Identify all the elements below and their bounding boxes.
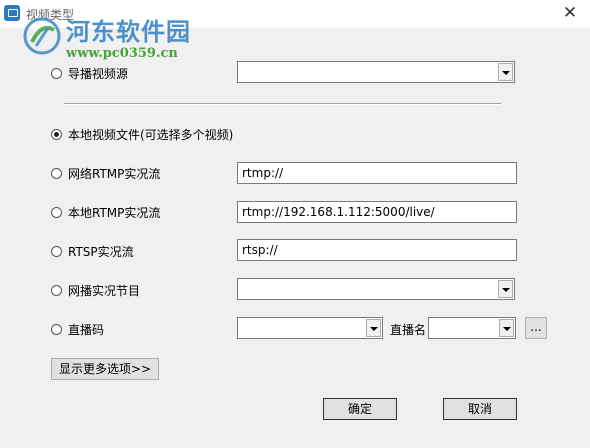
radio-local-rtmp[interactable] <box>51 207 62 218</box>
label-local-rtmp: 本地RTMP实况流 <box>68 206 161 220</box>
label-local-video-file: 本地视频文件(可选择多个视频) <box>68 128 234 142</box>
chevron-down-icon[interactable] <box>499 319 514 337</box>
app-icon <box>4 5 20 21</box>
watermark-url: www.pc0359.cn <box>66 46 178 61</box>
radio-local-video-file[interactable] <box>51 129 62 140</box>
network-live-program-select[interactable] <box>237 278 515 300</box>
more-options-button[interactable]: 显示更多选项>> <box>51 358 159 380</box>
local-rtmp-input[interactable]: rtmp://192.168.1.112:5000/live/ <box>237 201 517 223</box>
director-source-select[interactable] <box>237 61 515 83</box>
watermark-name: 河东软件园 <box>66 17 191 46</box>
ok-button[interactable]: 确定 <box>323 398 397 420</box>
browse-button[interactable]: ... <box>525 317 547 339</box>
close-button[interactable]: ✕ <box>558 2 582 24</box>
label-network-live-program: 网播实况节目 <box>68 284 141 298</box>
label-live-code: 直播码 <box>68 323 105 337</box>
label-live-name: 直播名 <box>390 323 427 337</box>
radio-rtsp[interactable] <box>51 246 62 257</box>
chevron-down-icon[interactable] <box>498 63 513 81</box>
label-director-source: 导播视频源 <box>68 67 129 81</box>
label-network-rtmp: 网络RTMP实况流 <box>68 167 161 181</box>
radio-live-code[interactable] <box>51 324 62 335</box>
radio-network-rtmp[interactable] <box>51 168 62 179</box>
watermark-logo: 河东软件园 www.pc0359.cn <box>22 12 222 72</box>
network-rtmp-input[interactable]: rtmp:// <box>237 162 517 184</box>
live-code-select[interactable] <box>237 317 383 339</box>
radio-network-live-program[interactable] <box>51 285 62 296</box>
radio-director-source[interactable] <box>51 68 62 79</box>
cancel-button[interactable]: 取消 <box>443 398 517 420</box>
rtsp-input[interactable]: rtsp:// <box>237 239 517 261</box>
chevron-down-icon[interactable] <box>498 280 513 298</box>
dialog-window: 视频类型 ✕ 河东软件园 www.pc0359.cn 导播视频源 本地视频文件(… <box>0 0 590 448</box>
separator <box>64 103 501 105</box>
label-rtsp: RTSP实况流 <box>68 245 134 259</box>
live-name-select[interactable] <box>428 317 516 339</box>
chevron-down-icon[interactable] <box>366 319 381 337</box>
logo-mark-icon <box>23 17 61 55</box>
